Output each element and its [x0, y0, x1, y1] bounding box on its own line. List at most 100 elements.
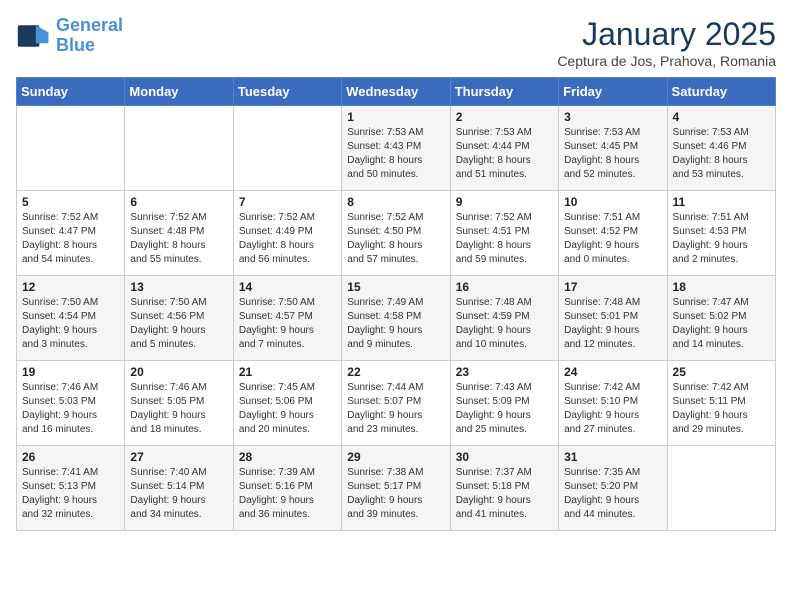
day-number: 1 [347, 110, 445, 124]
day-number: 24 [564, 365, 662, 379]
calendar-cell: 11 Sunrise: 7:51 AM Sunset: 4:53 PM Dayli… [667, 191, 775, 276]
day-number: 27 [130, 450, 228, 464]
logo-text: General Blue [56, 16, 123, 56]
logo: General Blue [16, 16, 123, 56]
calendar-cell: 14 Sunrise: 7:50 AM Sunset: 4:57 PM Dayli… [233, 276, 341, 361]
day-info: Sunrise: 7:53 AM Sunset: 4:46 PM Dayligh… [673, 126, 771, 182]
calendar-cell: 16 Sunrise: 7:48 AM Sunset: 4:59 PM Dayli… [450, 276, 558, 361]
day-number: 2 [456, 110, 554, 124]
calendar-cell [125, 106, 233, 191]
day-info: Sunrise: 7:41 AM Sunset: 5:13 PM Dayligh… [22, 466, 120, 522]
day-number: 3 [564, 110, 662, 124]
calendar-cell: 28 Sunrise: 7:39 AM Sunset: 5:16 PM Dayli… [233, 446, 341, 531]
day-info: Sunrise: 7:52 AM Sunset: 4:49 PM Dayligh… [239, 211, 337, 267]
calendar-week-row: 19 Sunrise: 7:46 AM Sunset: 5:03 PM Dayli… [17, 361, 776, 446]
calendar-cell: 17 Sunrise: 7:48 AM Sunset: 5:01 PM Dayli… [559, 276, 667, 361]
day-info: Sunrise: 7:53 AM Sunset: 4:44 PM Dayligh… [456, 126, 554, 182]
day-info: Sunrise: 7:52 AM Sunset: 4:51 PM Dayligh… [456, 211, 554, 267]
day-info: Sunrise: 7:38 AM Sunset: 5:17 PM Dayligh… [347, 466, 445, 522]
title-block: January 2025 Ceptura de Jos, Prahova, Ro… [557, 16, 776, 69]
day-info: Sunrise: 7:44 AM Sunset: 5:07 PM Dayligh… [347, 381, 445, 437]
calendar-cell: 7 Sunrise: 7:52 AM Sunset: 4:49 PM Daylig… [233, 191, 341, 276]
day-number: 13 [130, 280, 228, 294]
location-subtitle: Ceptura de Jos, Prahova, Romania [557, 53, 776, 69]
day-number: 21 [239, 365, 337, 379]
day-info: Sunrise: 7:53 AM Sunset: 4:43 PM Dayligh… [347, 126, 445, 182]
day-info: Sunrise: 7:45 AM Sunset: 5:06 PM Dayligh… [239, 381, 337, 437]
calendar-cell [667, 446, 775, 531]
calendar-cell: 8Sunrise: 7:52 AM Sunset: 4:50 PM Daylig… [342, 191, 450, 276]
day-info: Sunrise: 7:51 AM Sunset: 4:52 PM Dayligh… [564, 211, 662, 267]
day-info: Sunrise: 7:37 AM Sunset: 5:18 PM Dayligh… [456, 466, 554, 522]
calendar-week-row: 12Sunrise: 7:50 AM Sunset: 4:54 PM Dayli… [17, 276, 776, 361]
day-info: Sunrise: 7:42 AM Sunset: 5:11 PM Dayligh… [673, 381, 771, 437]
logo-icon [16, 18, 52, 54]
day-number: 20 [130, 365, 228, 379]
day-number: 19 [22, 365, 120, 379]
calendar-cell: 23 Sunrise: 7:43 AM Sunset: 5:09 PM Dayli… [450, 361, 558, 446]
day-info: Sunrise: 7:40 AM Sunset: 5:14 PM Dayligh… [130, 466, 228, 522]
calendar-cell: 2 Sunrise: 7:53 AM Sunset: 4:44 PM Daylig… [450, 106, 558, 191]
calendar-cell: 15 Sunrise: 7:49 AM Sunset: 4:58 PM Dayli… [342, 276, 450, 361]
day-number: 11 [673, 195, 771, 209]
day-info: Sunrise: 7:50 AM Sunset: 4:54 PM Dayligh… [22, 296, 120, 352]
day-number: 30 [456, 450, 554, 464]
day-number: 15 [347, 280, 445, 294]
day-info: Sunrise: 7:50 AM Sunset: 4:57 PM Dayligh… [239, 296, 337, 352]
calendar-cell [233, 106, 341, 191]
day-info: Sunrise: 7:51 AM Sunset: 4:53 PM Dayligh… [673, 211, 771, 267]
weekday-header-cell: Thursday [450, 78, 558, 106]
day-number: 28 [239, 450, 337, 464]
day-info: Sunrise: 7:53 AM Sunset: 4:45 PM Dayligh… [564, 126, 662, 182]
day-number: 18 [673, 280, 771, 294]
day-info: Sunrise: 7:49 AM Sunset: 4:58 PM Dayligh… [347, 296, 445, 352]
calendar-week-row: 1 Sunrise: 7:53 AM Sunset: 4:43 PM Daylig… [17, 106, 776, 191]
calendar-cell: 13 Sunrise: 7:50 AM Sunset: 4:56 PM Dayli… [125, 276, 233, 361]
day-info: Sunrise: 7:43 AM Sunset: 5:09 PM Dayligh… [456, 381, 554, 437]
day-info: Sunrise: 7:48 AM Sunset: 4:59 PM Dayligh… [456, 296, 554, 352]
day-number: 5 [22, 195, 120, 209]
calendar-cell: 26Sunrise: 7:41 AM Sunset: 5:13 PM Dayli… [17, 446, 125, 531]
day-number: 31 [564, 450, 662, 464]
day-info: Sunrise: 7:52 AM Sunset: 4:47 PM Dayligh… [22, 211, 120, 267]
day-number: 14 [239, 280, 337, 294]
day-info: Sunrise: 7:48 AM Sunset: 5:01 PM Dayligh… [564, 296, 662, 352]
calendar-cell: 25Sunrise: 7:42 AM Sunset: 5:11 PM Dayli… [667, 361, 775, 446]
calendar-cell: 18Sunrise: 7:47 AM Sunset: 5:02 PM Dayli… [667, 276, 775, 361]
calendar-cell: 21 Sunrise: 7:45 AM Sunset: 5:06 PM Dayli… [233, 361, 341, 446]
weekday-header-cell: Wednesday [342, 78, 450, 106]
day-number: 6 [130, 195, 228, 209]
calendar-cell: 27 Sunrise: 7:40 AM Sunset: 5:14 PM Dayli… [125, 446, 233, 531]
weekday-header-cell: Monday [125, 78, 233, 106]
day-number: 10 [564, 195, 662, 209]
calendar-cell: 3 Sunrise: 7:53 AM Sunset: 4:45 PM Daylig… [559, 106, 667, 191]
day-info: Sunrise: 7:42 AM Sunset: 5:10 PM Dayligh… [564, 381, 662, 437]
day-number: 17 [564, 280, 662, 294]
calendar-cell: 31 Sunrise: 7:35 AM Sunset: 5:20 PM Dayli… [559, 446, 667, 531]
day-number: 23 [456, 365, 554, 379]
calendar-table: SundayMondayTuesdayWednesdayThursdayFrid… [16, 77, 776, 531]
day-info: Sunrise: 7:46 AM Sunset: 5:03 PM Dayligh… [22, 381, 120, 437]
day-info: Sunrise: 7:50 AM Sunset: 4:56 PM Dayligh… [130, 296, 228, 352]
calendar-cell: 9 Sunrise: 7:52 AM Sunset: 4:51 PM Daylig… [450, 191, 558, 276]
day-info: Sunrise: 7:52 AM Sunset: 4:48 PM Dayligh… [130, 211, 228, 267]
calendar-cell: 5 Sunrise: 7:52 AM Sunset: 4:47 PM Daylig… [17, 191, 125, 276]
weekday-header-cell: Friday [559, 78, 667, 106]
calendar-cell: 22Sunrise: 7:44 AM Sunset: 5:07 PM Dayli… [342, 361, 450, 446]
calendar-cell: 12Sunrise: 7:50 AM Sunset: 4:54 PM Dayli… [17, 276, 125, 361]
page-header: General Blue January 2025 Ceptura de Jos… [16, 16, 776, 69]
calendar-cell [17, 106, 125, 191]
weekday-header-cell: Tuesday [233, 78, 341, 106]
calendar-week-row: 5 Sunrise: 7:52 AM Sunset: 4:47 PM Daylig… [17, 191, 776, 276]
day-info: Sunrise: 7:52 AM Sunset: 4:50 PM Dayligh… [347, 211, 445, 267]
day-info: Sunrise: 7:39 AM Sunset: 5:16 PM Dayligh… [239, 466, 337, 522]
day-number: 16 [456, 280, 554, 294]
day-number: 9 [456, 195, 554, 209]
calendar-cell: 4Sunrise: 7:53 AM Sunset: 4:46 PM Daylig… [667, 106, 775, 191]
calendar-cell: 24 Sunrise: 7:42 AM Sunset: 5:10 PM Dayli… [559, 361, 667, 446]
calendar-cell: 1 Sunrise: 7:53 AM Sunset: 4:43 PM Daylig… [342, 106, 450, 191]
day-info: Sunrise: 7:35 AM Sunset: 5:20 PM Dayligh… [564, 466, 662, 522]
calendar-cell: 20Sunrise: 7:46 AM Sunset: 5:05 PM Dayli… [125, 361, 233, 446]
day-number: 7 [239, 195, 337, 209]
weekday-header-row: SundayMondayTuesdayWednesdayThursdayFrid… [17, 78, 776, 106]
